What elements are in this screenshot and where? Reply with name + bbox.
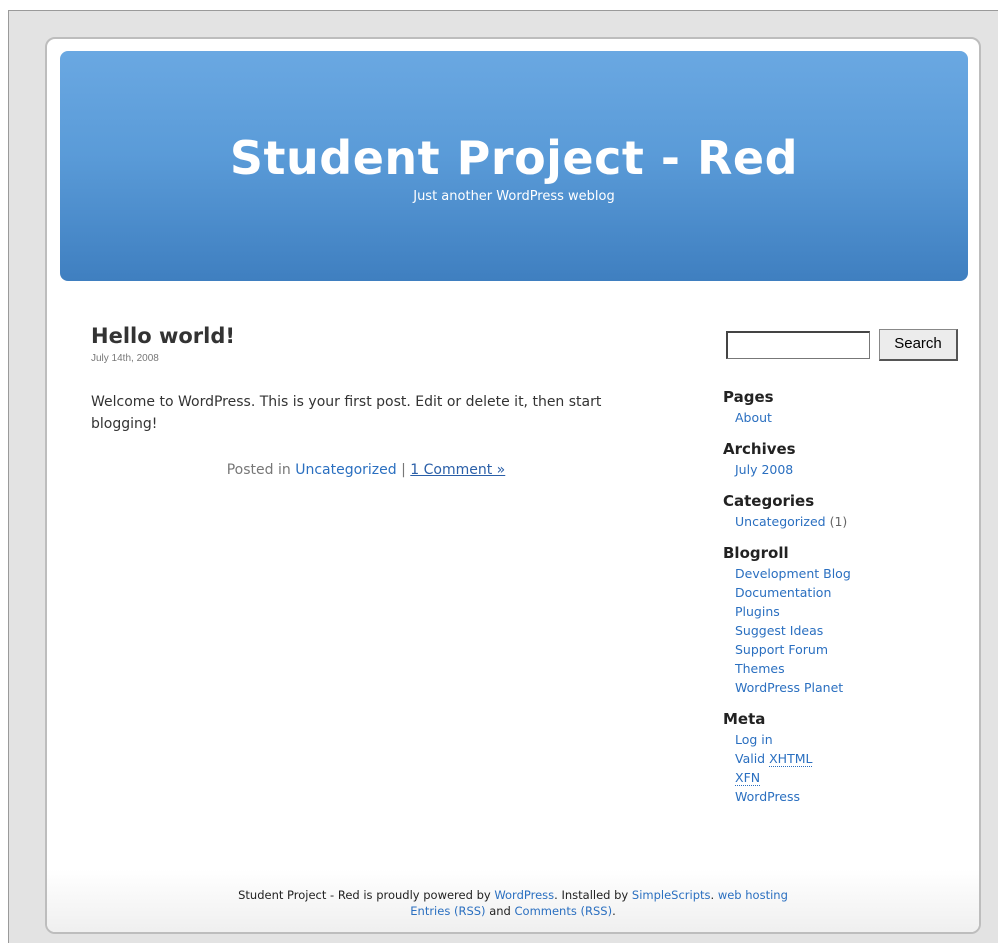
blog-description: Just another WordPress weblog bbox=[413, 189, 615, 204]
blogroll-widget: Blogroll Development Blog Documentation … bbox=[723, 543, 968, 697]
blog-title[interactable]: Student Project - Red bbox=[60, 131, 968, 185]
search-button[interactable]: Search bbox=[879, 329, 958, 361]
post-date: July 14th, 2008 bbox=[91, 353, 159, 364]
comments-link[interactable]: 1 Comment » bbox=[410, 462, 505, 478]
archives-heading: Archives bbox=[723, 440, 796, 458]
meta-widget: Meta Log in Valid XHTML XFN WordPress bbox=[723, 709, 968, 806]
page-container: Student Project - Red Just another WordP… bbox=[45, 37, 981, 934]
valid-label: Valid bbox=[735, 751, 766, 766]
meta-list: Log in Valid XHTML XFN WordPress bbox=[735, 730, 968, 806]
page-link-about[interactable]: About bbox=[735, 408, 968, 427]
footer-powered-text: Student Project - Red is proudly powered… bbox=[238, 888, 491, 902]
meta-item-xfn[interactable]: XFN bbox=[735, 768, 968, 787]
archive-link[interactable]: July 2008 bbox=[735, 460, 968, 479]
blogroll-heading: Blogroll bbox=[723, 544, 789, 562]
xhtml-abbr[interactable]: XHTML bbox=[769, 751, 813, 767]
post-title[interactable]: Hello world! bbox=[91, 323, 661, 349]
categories-heading: Categories bbox=[723, 492, 815, 510]
posted-in-label: Posted in bbox=[226, 462, 291, 478]
categories-list: Uncategorized (1) bbox=[735, 512, 968, 531]
footer-simplescripts-link[interactable]: SimpleScripts bbox=[632, 888, 711, 902]
pages-heading: Pages bbox=[723, 388, 774, 406]
site-header: Student Project - Red Just another WordP… bbox=[60, 51, 968, 281]
footer-wordpress-link[interactable]: WordPress bbox=[494, 888, 554, 902]
footer-installed-text: . Installed by bbox=[554, 888, 629, 902]
main-content: Hello world! July 14th, 2008 Welcome to … bbox=[91, 323, 661, 478]
blogroll-link-wordpress-planet[interactable]: WordPress Planet bbox=[735, 678, 968, 697]
browser-viewport: Student Project - Red Just another WordP… bbox=[8, 10, 998, 943]
blogroll-link-plugins[interactable]: Plugins bbox=[735, 602, 968, 621]
pages-widget: Pages About bbox=[723, 387, 968, 427]
footer-line-2: Entries (RSS) and Comments (RSS). bbox=[47, 903, 979, 919]
archives-list: July 2008 bbox=[735, 460, 968, 479]
meta-link-log-in[interactable]: Log in bbox=[735, 730, 968, 749]
category-item: Uncategorized (1) bbox=[735, 512, 968, 531]
blogroll-link-support-forum[interactable]: Support Forum bbox=[735, 640, 968, 659]
blogroll-link-suggest-ideas[interactable]: Suggest Ideas bbox=[735, 621, 968, 640]
blogroll-link-documentation[interactable]: Documentation bbox=[735, 583, 968, 602]
meta-link-wordpress[interactable]: WordPress bbox=[735, 787, 968, 806]
meta-separator: | bbox=[401, 462, 406, 478]
search-input[interactable] bbox=[726, 331, 870, 359]
category-link-uncategorized[interactable]: Uncategorized bbox=[735, 514, 826, 529]
meta-heading: Meta bbox=[723, 710, 766, 728]
footer-entries-rss-link[interactable]: Entries (RSS) bbox=[410, 904, 485, 918]
categories-widget: Categories Uncategorized (1) bbox=[723, 491, 968, 531]
footer-and-text: and bbox=[489, 904, 511, 918]
post-body: Welcome to WordPress. This is your first… bbox=[91, 394, 602, 432]
pages-list: About bbox=[735, 408, 968, 427]
blogroll-list: Development Blog Documentation Plugins S… bbox=[735, 564, 968, 697]
site-footer: Student Project - Red is proudly powered… bbox=[47, 869, 979, 932]
meta-item-valid-xhtml[interactable]: Valid XHTML bbox=[735, 749, 968, 768]
xfn-abbr[interactable]: XFN bbox=[735, 770, 761, 786]
blogroll-link-development-blog[interactable]: Development Blog bbox=[735, 564, 968, 583]
footer-web-hosting-link[interactable]: web hosting bbox=[718, 888, 788, 902]
footer-period: . bbox=[612, 904, 616, 918]
footer-comments-rss-link[interactable]: Comments (RSS) bbox=[515, 904, 613, 918]
category-link[interactable]: Uncategorized bbox=[295, 462, 396, 478]
category-count: (1) bbox=[829, 514, 848, 529]
footer-line-1: Student Project - Red is proudly powered… bbox=[238, 888, 788, 902]
archives-widget: Archives July 2008 bbox=[723, 439, 968, 479]
search-form: Search bbox=[723, 329, 968, 365]
blogroll-link-themes[interactable]: Themes bbox=[735, 659, 968, 678]
sidebar: Search Pages About Archives July 2008 Ca… bbox=[723, 329, 968, 818]
post-meta: Posted in Uncategorized | 1 Comment » bbox=[91, 462, 661, 478]
